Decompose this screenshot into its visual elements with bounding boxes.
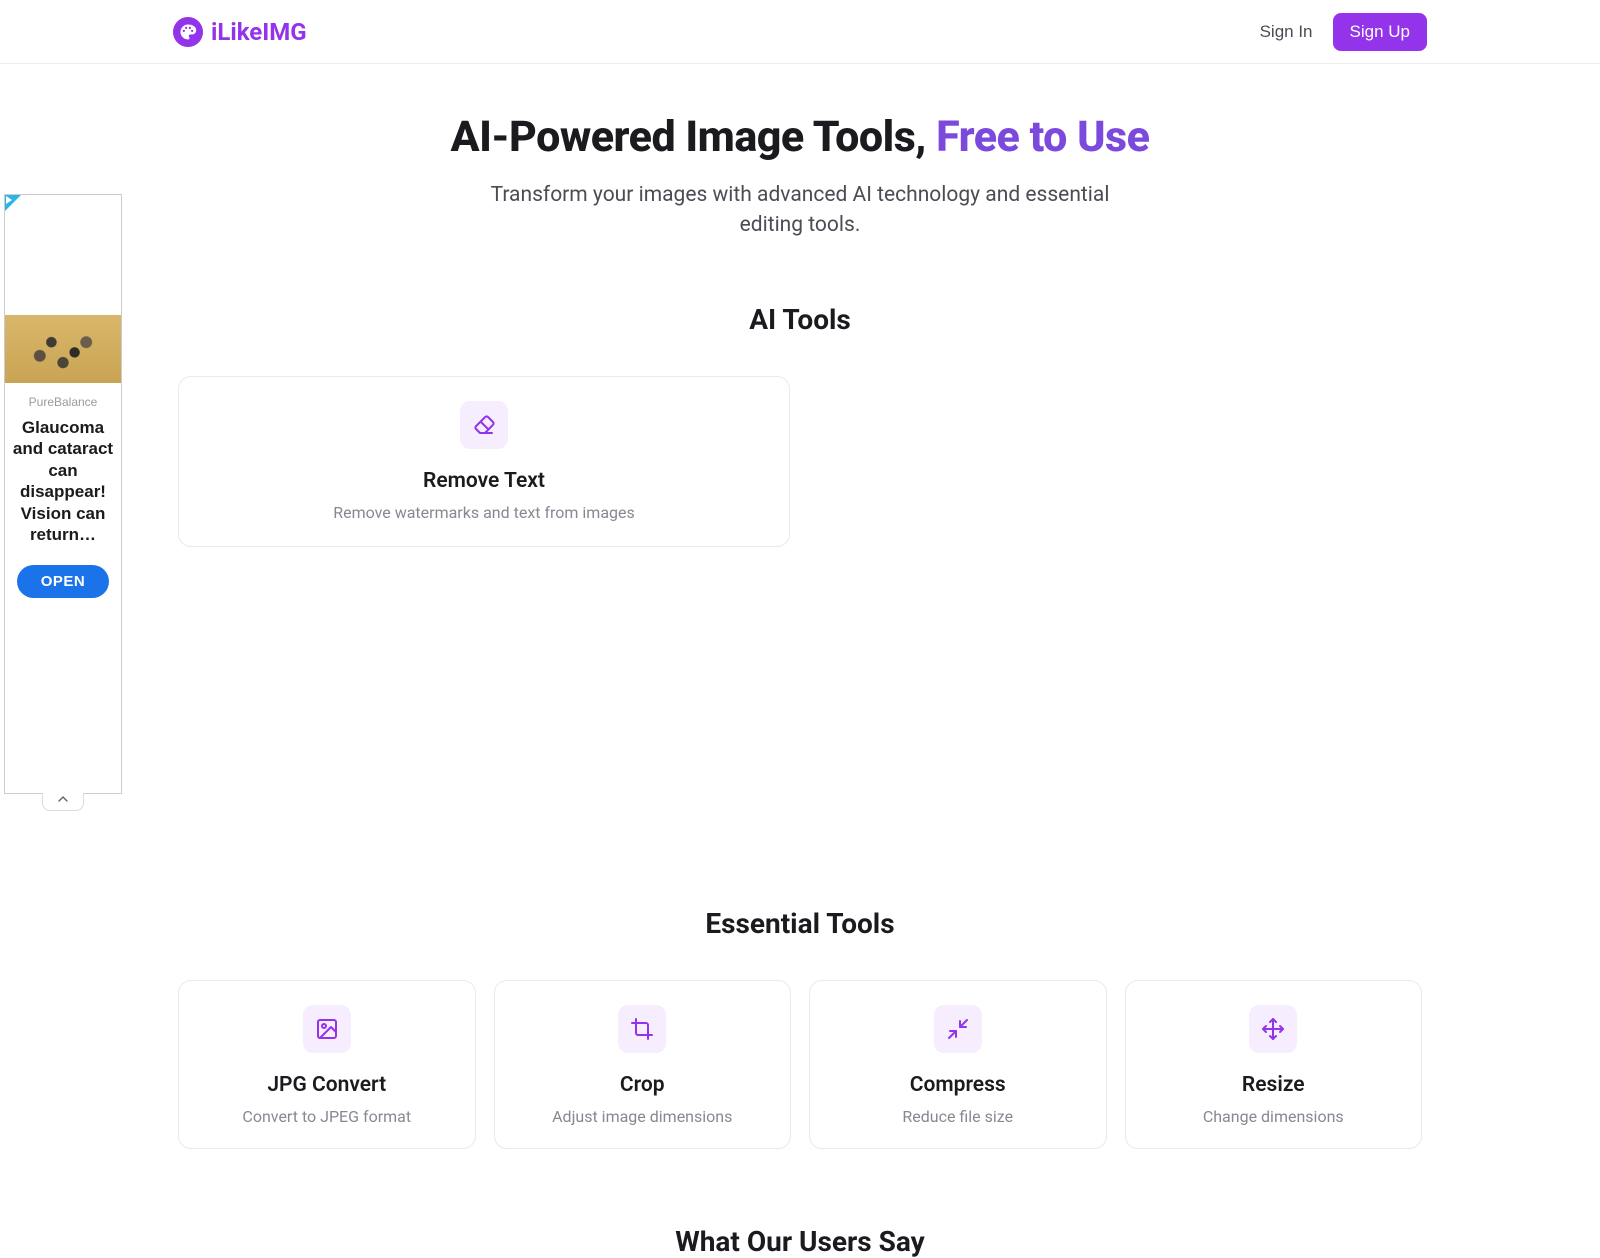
sidebar-ad[interactable]: PureBalance Glaucoma and cataract can di… <box>4 194 122 794</box>
users-say-heading: What Our Users Say <box>0 1225 1600 1258</box>
play-icon <box>6 196 12 204</box>
tool-card-title: Crop <box>507 1073 779 1097</box>
ad-headline: Glaucoma and cataract can disappear! Vis… <box>5 417 121 545</box>
hero-subtitle: Transform your images with advanced AI t… <box>480 180 1120 241</box>
tool-card-compress[interactable]: Compress Reduce file size <box>809 980 1107 1149</box>
tool-card-desc: Convert to JPEG format <box>191 1107 463 1126</box>
image-icon <box>303 1005 351 1053</box>
hero-title-accent: Free to Use <box>936 112 1149 162</box>
chevron-up-icon <box>55 791 71 812</box>
palette-icon <box>173 17 203 47</box>
essential-tools-grid: JPG Convert Convert to JPEG format Crop … <box>178 980 1422 1149</box>
hero: AI-Powered Image Tools, Free to Use Tran… <box>0 64 1600 241</box>
signup-button[interactable]: Sign Up <box>1333 13 1427 51</box>
tool-card-title: Resize <box>1138 1073 1410 1097</box>
tool-card-resize[interactable]: Resize Change dimensions <box>1125 980 1423 1149</box>
ad-brand: PureBalance <box>5 395 121 409</box>
ad-collapse-button[interactable] <box>42 793 84 811</box>
hero-title: AI-Powered Image Tools, Free to Use <box>0 112 1600 162</box>
tool-card-crop[interactable]: Crop Adjust image dimensions <box>494 980 792 1149</box>
brand-logo[interactable]: iLikeIMG <box>173 17 307 47</box>
signin-button[interactable]: Sign In <box>1254 14 1319 50</box>
move-icon <box>1249 1005 1297 1053</box>
header: iLikeIMG Sign In Sign Up <box>0 0 1600 64</box>
tool-card-title: JPG Convert <box>191 1073 463 1097</box>
essential-tools-heading: Essential Tools <box>0 907 1600 940</box>
tool-card-title: Remove Text <box>199 469 769 493</box>
tool-card-desc: Remove watermarks and text from images <box>199 503 769 522</box>
tool-card-title: Compress <box>822 1073 1094 1097</box>
hero-title-plain: AI-Powered Image Tools, <box>451 112 937 162</box>
tool-card-jpg-convert[interactable]: JPG Convert Convert to JPEG format <box>178 980 476 1149</box>
crop-icon <box>618 1005 666 1053</box>
tool-card-desc: Change dimensions <box>1138 1107 1410 1126</box>
ai-tools-row: Remove Text Remove watermarks and text f… <box>178 376 1422 547</box>
eraser-icon <box>460 401 508 449</box>
tool-card-remove-text[interactable]: Remove Text Remove watermarks and text f… <box>178 376 790 547</box>
tool-card-desc: Adjust image dimensions <box>507 1107 779 1126</box>
compress-icon <box>934 1005 982 1053</box>
tool-card-desc: Reduce file size <box>822 1107 1094 1126</box>
brand-name: iLikeIMG <box>211 18 307 46</box>
ai-tools-heading: AI Tools <box>0 303 1600 336</box>
ad-image <box>5 315 121 383</box>
ad-open-button[interactable]: OPEN <box>17 565 110 598</box>
header-actions: Sign In Sign Up <box>1254 13 1427 51</box>
